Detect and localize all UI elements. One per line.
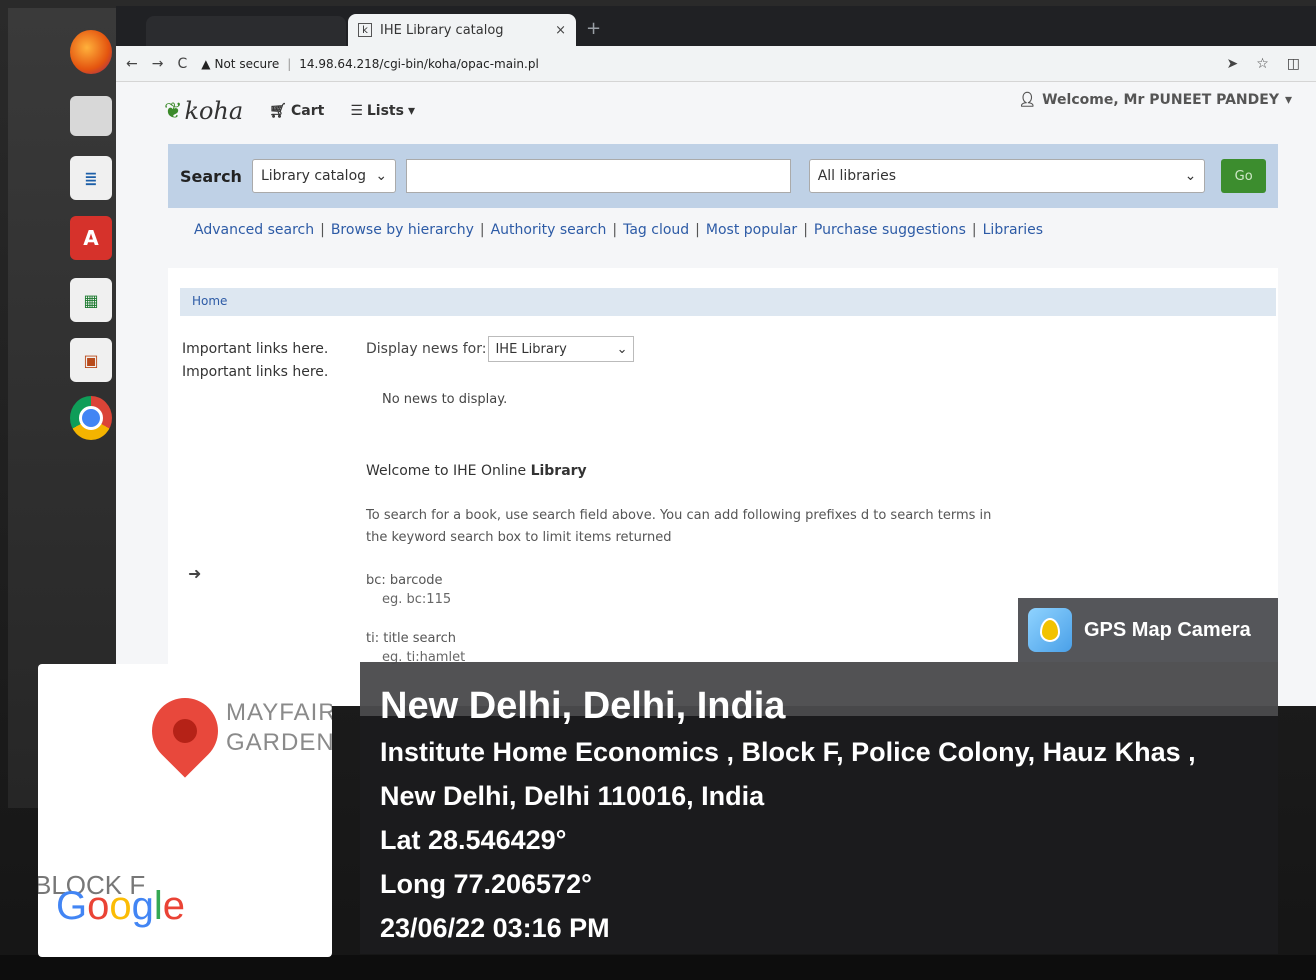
search-input[interactable] [406, 159, 791, 193]
calc-icon[interactable]: ▦ [70, 278, 112, 322]
gps-address-line2: New Delhi, Delhi 110016, India [380, 781, 765, 811]
chrome-icon[interactable] [70, 396, 112, 440]
koha-favicon-icon: k [358, 23, 372, 37]
no-news-text: No news to display. [382, 392, 508, 407]
tab-title: IHE Library catalog [380, 22, 504, 38]
map-pin-icon [138, 684, 232, 778]
gps-address-line1: Institute Home Economics , Block F, Poli… [380, 737, 1196, 767]
gps-datetime: 23/06/22 03:16 PM [380, 913, 610, 943]
more-searches: Advanced search | Browse by hierarchy | … [194, 222, 1044, 238]
gps-city: New Delhi, Delhi, India [380, 685, 786, 727]
breadcrumb-home[interactable]: Home [192, 294, 227, 308]
sidepanel-icon[interactable]: ◫ [1287, 56, 1300, 72]
tag-cloud-link[interactable]: Tag cloud [623, 222, 689, 238]
cart-icon: 🛒︎ [269, 103, 287, 119]
gps-info-text: New Delhi, Delhi, India Institute Home E… [380, 682, 1196, 950]
search-masthead: Search Library catalog ⌄ All libraries ⌄… [168, 144, 1278, 208]
library-select[interactable]: All libraries ⌄ [808, 159, 1206, 193]
mouse-cursor-icon: ➜ [188, 564, 202, 583]
close-icon[interactable]: × [555, 23, 566, 38]
library-select-value: All libraries [817, 168, 897, 184]
chevron-down-icon: ⌄ [1184, 168, 1197, 184]
welcome-heading: Welcome to IHE Online Library [366, 463, 1066, 479]
browser-toolbar: ← → C ▲ Not secure | 14.98.64.218/cgi-bi… [116, 46, 1316, 82]
search-label: Search [180, 166, 242, 186]
koha-navbar: ❦ koha 🛒︎ Cart ☰ Lists ▾ [116, 82, 1316, 140]
search-scope-value: Library catalog [260, 168, 367, 184]
address-bar[interactable]: ▲ Not secure | 14.98.64.218/cgi-bin/koha… [201, 57, 1212, 71]
user-menu[interactable]: 👤︎ Welcome, Mr PUNEET PANDEY ▾ [1018, 92, 1292, 108]
cart-label: Cart [290, 103, 325, 119]
most-popular-link[interactable]: Most popular [706, 222, 797, 238]
share-icon[interactable]: ➤ [1226, 56, 1238, 72]
map-area-label-line1: MAYFAIR [226, 699, 332, 726]
browse-hierarchy-link[interactable]: Browse by hierarchy [331, 222, 474, 238]
welcome-heading-prefix: Welcome to IHE [366, 463, 481, 479]
go-button[interactable]: Go [1221, 159, 1266, 193]
koha-logo-text: koha [184, 97, 244, 125]
prefix-title: ti: title search [366, 631, 456, 646]
url-text[interactable]: 14.98.64.218/cgi-bin/koha/opac-main.pl [299, 57, 539, 71]
files-icon[interactable] [70, 96, 112, 136]
gps-camera-app-icon [1028, 608, 1072, 652]
reload-icon[interactable]: C [177, 56, 187, 72]
back-icon[interactable]: ← [126, 56, 138, 72]
prefix-barcode-example: eg. bc:115 [382, 592, 452, 607]
google-logo: Google [56, 884, 186, 928]
new-tab-icon[interactable]: + [586, 18, 601, 39]
purchase-suggestions-link[interactable]: Purchase suggestions [814, 222, 966, 238]
welcome-heading-online: Online [480, 463, 531, 479]
tab-active[interactable]: k IHE Library catalog × [348, 14, 576, 46]
map-area-label-line2: GARDENS [226, 729, 332, 756]
warning-icon: ▲ [201, 56, 211, 71]
software-center-icon[interactable]: A [70, 216, 112, 260]
forward-icon[interactable]: → [152, 56, 164, 72]
important-link: Important links here. [182, 341, 329, 357]
firefox-icon[interactable] [70, 30, 112, 74]
lists-menu[interactable]: ☰ Lists ▾ [350, 103, 415, 119]
map-area-label: MAYFAIR GARDENS [226, 698, 332, 758]
gps-latitude: Lat 28.546429° [380, 825, 567, 855]
tab-inactive[interactable] [146, 16, 346, 46]
advanced-search-link[interactable]: Advanced search [194, 222, 314, 238]
authority-search-link[interactable]: Authority search [491, 222, 607, 238]
toolbar-actions: ➤ ☆ ◫ [1226, 56, 1300, 72]
news-column: Display news for: IHE Library ⌄ No news … [366, 336, 1066, 665]
search-scope-select[interactable]: Library catalog ⌄ [251, 159, 397, 193]
gps-longitude: Long 77.206572° [380, 869, 592, 899]
important-link: Important links here. [182, 364, 329, 380]
welcome-heading-library: Library [530, 463, 587, 479]
tab-bar: k IHE Library catalog × + [116, 6, 1316, 46]
list-icon: ☰ [350, 103, 363, 119]
map-thumbnail: MAYFAIR GARDENS BLOCK F Google [38, 664, 332, 957]
gps-camera-brand: GPS Map Camera [1084, 618, 1251, 641]
search-instructions: To search for a book, use search field a… [366, 508, 992, 545]
leaf-icon: ❦ [164, 98, 183, 124]
writer-icon[interactable]: ≣ [70, 156, 112, 200]
libraries-link[interactable]: Libraries [983, 222, 1043, 238]
chevron-down-icon: ⌄ [375, 168, 388, 184]
news-library-value: IHE Library [495, 341, 567, 357]
news-filter: Display news for: IHE Library ⌄ [366, 336, 1066, 362]
user-icon: 👤︎ [1018, 92, 1037, 108]
impress-icon[interactable]: ▣ [70, 338, 112, 382]
cart-link[interactable]: 🛒︎ Cart [269, 103, 324, 119]
welcome-text: Welcome, Mr PUNEET PANDEY [1042, 92, 1279, 108]
news-library-select[interactable]: IHE Library ⌄ [488, 336, 635, 362]
chevron-down-icon: ⌄ [616, 341, 628, 357]
gps-camera-badge: GPS Map Camera [1018, 598, 1278, 662]
caret-down-icon: ▾ [1284, 92, 1292, 108]
news-filter-label: Display news for: [366, 341, 487, 357]
not-secure-label: Not secure [214, 56, 280, 71]
laptop-bezel [0, 955, 1316, 980]
important-links: Important links here. Important links he… [182, 338, 328, 384]
bookmark-star-icon[interactable]: ☆ [1256, 56, 1269, 72]
prefix-barcode: bc: barcode [366, 573, 443, 588]
security-indicator[interactable]: ▲ Not secure [201, 57, 279, 71]
lists-label: Lists [366, 103, 404, 119]
koha-logo[interactable]: ❦ koha [164, 97, 243, 125]
separator: | [287, 56, 292, 71]
breadcrumb: Home [180, 288, 1276, 316]
caret-down-icon: ▾ [407, 103, 415, 119]
